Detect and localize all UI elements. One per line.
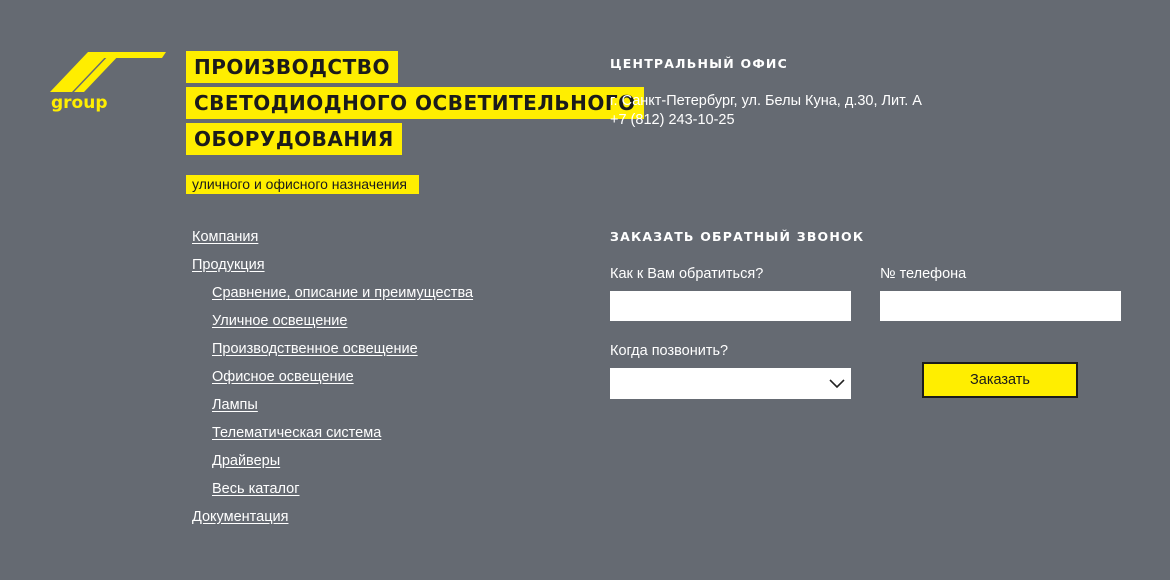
nav-link-comparison[interactable]: Сравнение, описание и преимущества	[212, 285, 473, 301]
nav-item-office-lighting: Офисное освещение	[192, 366, 473, 394]
svg-text:group: group	[51, 93, 108, 112]
time-label: Когда позвонить?	[610, 343, 729, 359]
nav-item-catalog: Весь каталог	[192, 478, 473, 506]
nav-link-drivers[interactable]: Драйверы	[212, 453, 280, 469]
nav-item-comparison: Сравнение, описание и преимущества	[192, 282, 473, 310]
nav-link-street-lighting[interactable]: Уличное освещение	[212, 313, 347, 329]
nav-link-office-lighting[interactable]: Офисное освещение	[212, 369, 354, 385]
name-label: Как к Вам обратиться?	[610, 266, 764, 282]
nav-link-catalog[interactable]: Весь каталог	[212, 481, 300, 497]
nav-link-products[interactable]: Продукция	[192, 257, 265, 273]
site-nav: Компания Продукция Сравнение, описание и…	[192, 226, 473, 534]
time-select[interactable]	[610, 368, 851, 399]
nav-link-company[interactable]: Компания	[192, 229, 258, 245]
name-input[interactable]	[610, 291, 851, 321]
nav-item-documentation: Документация	[192, 506, 473, 534]
office-phone[interactable]: +7 (812) 243-10-25	[610, 111, 922, 130]
headline: ПРОИЗВОДСТВО СВЕТОДИОДНОГО ОСВЕТИТЕЛЬНОГ…	[186, 51, 644, 159]
headline-line-2: СВЕТОДИОДНОГО ОСВЕТИТЕЛЬНОГО	[186, 87, 644, 119]
nav-link-industrial-lighting[interactable]: Производственное освещение	[212, 341, 418, 357]
nav-item-drivers: Драйверы	[192, 450, 473, 478]
phone-input[interactable]	[880, 291, 1121, 321]
office-contacts: г. Санкт-Петербург, ул. Белы Куна, д.30,…	[610, 92, 922, 130]
office-title: ЦЕНТРАЛЬНЫЙ ОФИС	[610, 56, 788, 71]
nav-item-telematics: Телематическая система	[192, 422, 473, 450]
phone-label: № телефона	[880, 266, 967, 282]
headline-line-1: ПРОИЗВОДСТВО	[186, 51, 398, 83]
nav-link-lamps[interactable]: Лампы	[212, 397, 258, 413]
nav-item-company: Компания	[192, 226, 473, 254]
company-logo[interactable]: group	[48, 48, 168, 113]
nav-item-lamps: Лампы	[192, 394, 473, 422]
logo-icon: group	[50, 52, 166, 113]
headline-line-3: ОБОРУДОВАНИЯ	[186, 123, 402, 155]
callback-title: ЗАКАЗАТЬ ОБРАТНЫЙ ЗВОНОК	[610, 229, 865, 244]
chevron-down-icon	[829, 379, 845, 389]
nav-link-telematics[interactable]: Телематическая система	[212, 425, 381, 441]
nav-item-products: Продукция	[192, 254, 473, 282]
office-address: г. Санкт-Петербург, ул. Белы Куна, д.30,…	[610, 93, 922, 109]
tagline: уличного и офисного назначения	[186, 175, 419, 194]
nav-item-street-lighting: Уличное освещение	[192, 310, 473, 338]
nav-item-industrial-lighting: Производственное освещение	[192, 338, 473, 366]
order-call-button[interactable]: Заказать	[922, 362, 1078, 398]
nav-link-documentation[interactable]: Документация	[192, 509, 288, 525]
